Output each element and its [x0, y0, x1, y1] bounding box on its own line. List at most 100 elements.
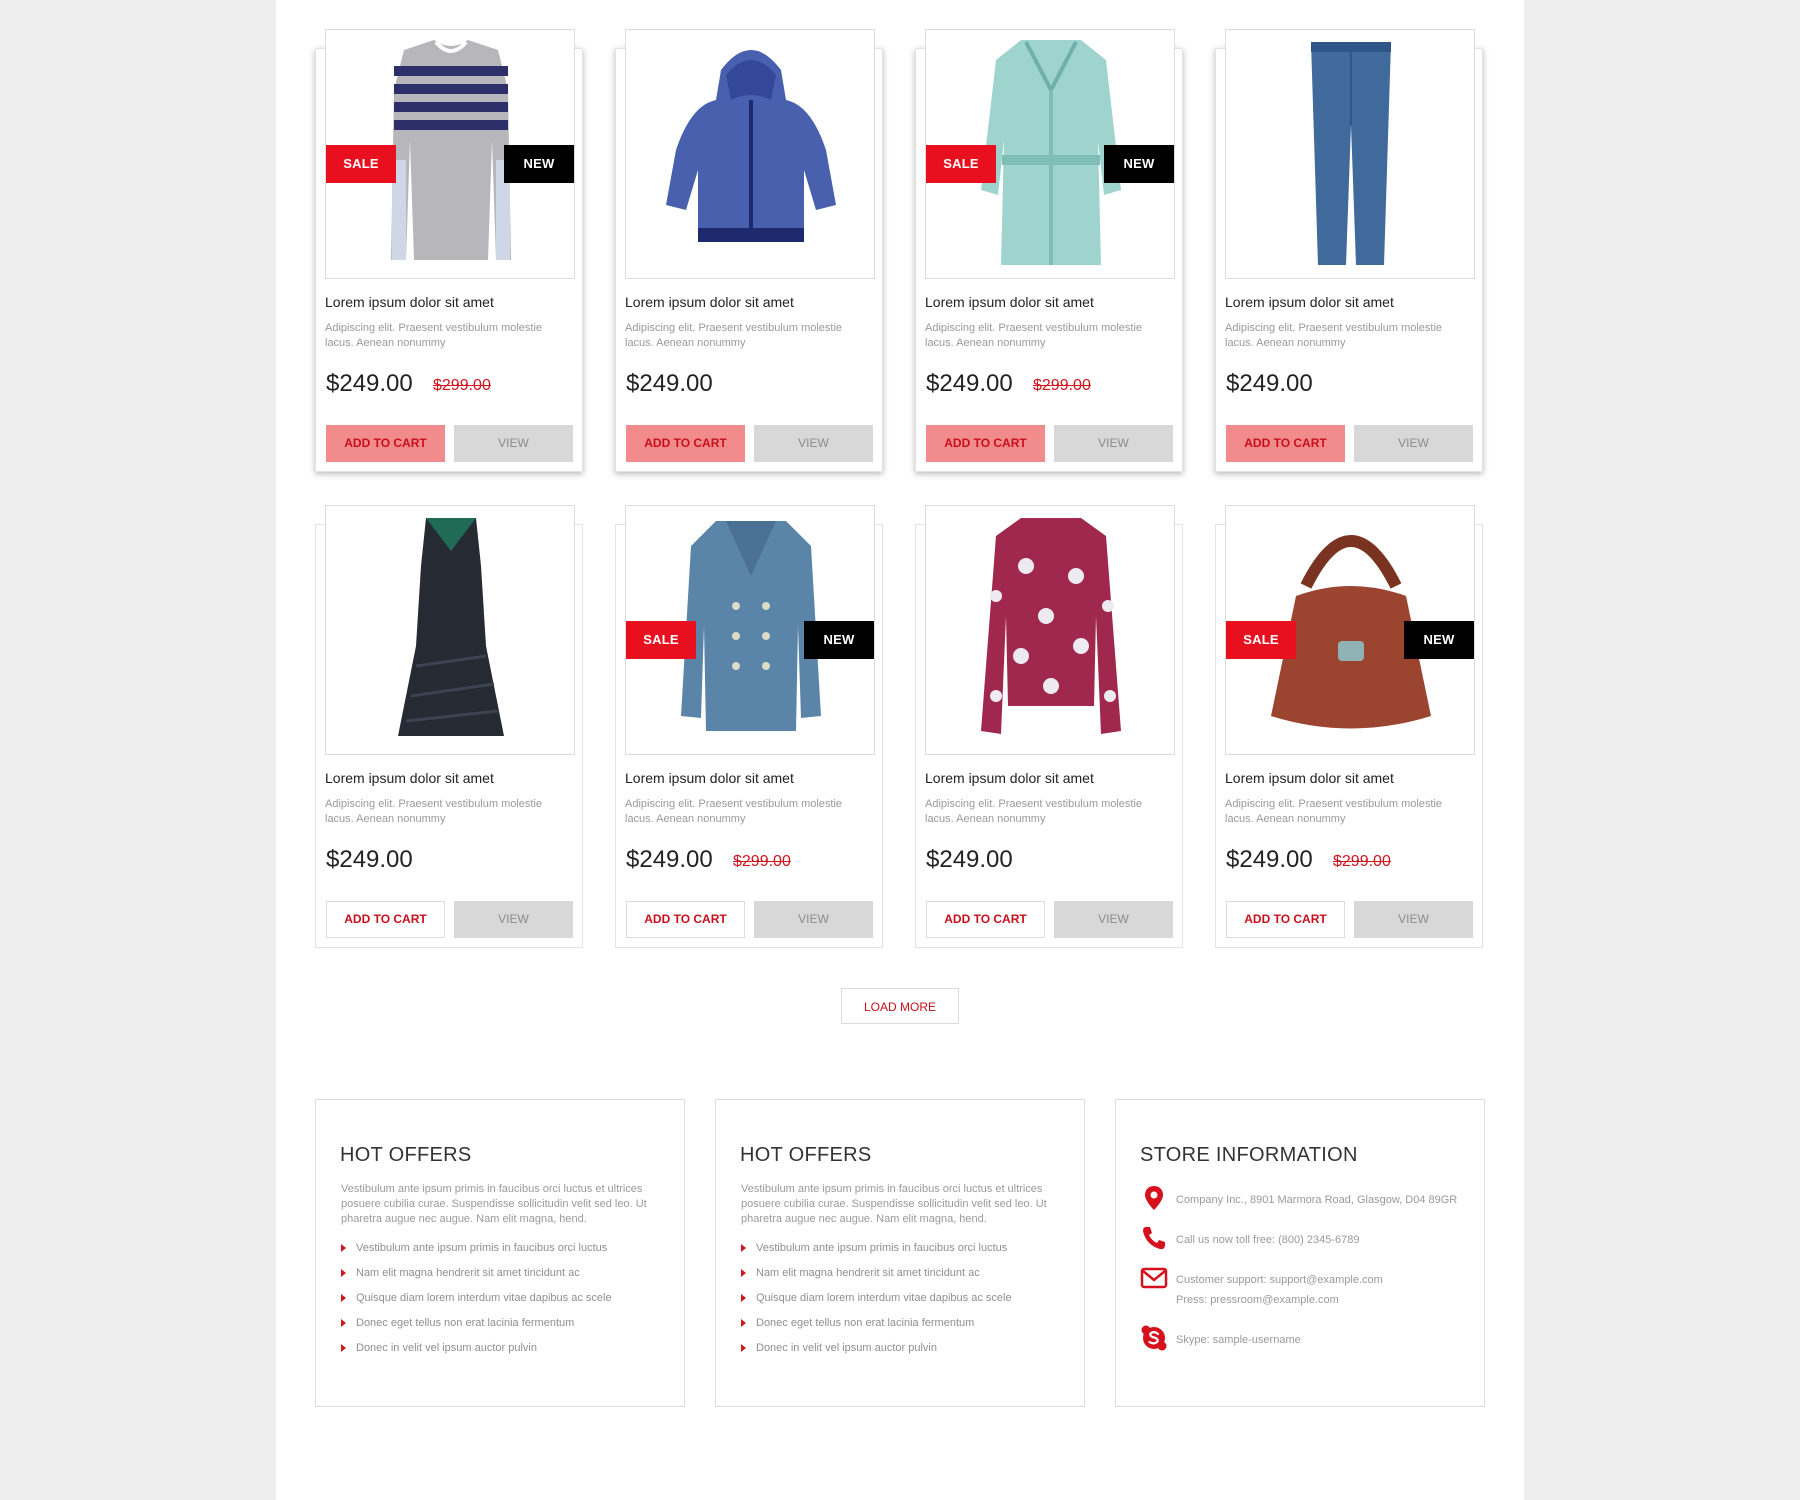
product-title[interactable]: Lorem ipsum dolor sit amet [625, 294, 794, 310]
product-price: $249.00 [926, 846, 1013, 873]
support-email[interactable]: Customer support: support@example.com [1176, 1270, 1476, 1290]
product-card: Lorem ipsum dolor sit amet Adipiscing el… [1215, 29, 1483, 472]
list-item[interactable]: Quisque diam lorem interdum vitae dapibu… [341, 1286, 612, 1311]
product-image[interactable]: SALE NEW [1225, 505, 1475, 755]
add-to-cart-button[interactable]: ADD TO CART [626, 425, 745, 462]
product-card: Lorem ipsum dolor sit amet Adipiscing el… [915, 505, 1183, 948]
product-description: Adipiscing elit. Praesent vestibulum mol… [925, 322, 1143, 349]
list-item[interactable]: Donec in velit vel ipsum auctor pulvin [341, 1336, 612, 1361]
address-text: Company Inc., 8901 Marmora Road, Glasgow… [1176, 1194, 1458, 1206]
add-to-cart-button[interactable]: ADD TO CART [926, 901, 1045, 938]
arrow-right-icon [341, 1344, 346, 1353]
phone-text[interactable]: Call us now toll free: (800) 2345-6789 [1176, 1230, 1476, 1250]
new-badge: NEW [1104, 145, 1174, 183]
arrow-right-icon [741, 1269, 746, 1278]
list-item[interactable]: Quisque diam lorem interdum vitae dapibu… [741, 1286, 1012, 1311]
product-title[interactable]: Lorem ipsum dolor sit amet [325, 770, 494, 786]
add-to-cart-button[interactable]: ADD TO CART [1226, 425, 1345, 462]
hot-offers-box: HOT OFFERS Vestibulum ante ipsum primis … [315, 1099, 685, 1407]
product-title[interactable]: Lorem ipsum dolor sit amet [1225, 770, 1394, 786]
box-title: HOT OFFERS [340, 1144, 472, 1166]
view-button[interactable]: VIEW [754, 901, 873, 938]
product-image[interactable] [325, 505, 575, 755]
product-image[interactable]: SALE NEW [325, 29, 575, 279]
page-content: SALE NEW Lorem ipsum dolor sit amet Adip… [276, 0, 1524, 1500]
product-old-price: $299.00 [1333, 853, 1391, 870]
product-title[interactable]: Lorem ipsum dolor sit amet [325, 294, 494, 310]
arrow-right-icon [741, 1244, 746, 1253]
product-price: $249.00 [326, 846, 413, 873]
add-to-cart-button[interactable]: ADD TO CART [926, 425, 1045, 462]
product-image[interactable] [1225, 29, 1475, 279]
list-item[interactable]: Donec eget tellus non erat lacinia ferme… [741, 1311, 1012, 1336]
map-pin-icon [1145, 1186, 1163, 1210]
arrow-right-icon [341, 1319, 346, 1328]
product-card: SALE NEW Lorem ipsum dolor sit amet Adip… [1215, 505, 1483, 948]
product-old-price: $299.00 [733, 853, 791, 870]
product-old-price: $299.00 [433, 377, 491, 394]
arrow-right-icon [341, 1244, 346, 1253]
add-to-cart-button[interactable]: ADD TO CART [326, 901, 445, 938]
product-title[interactable]: Lorem ipsum dolor sit amet [1225, 294, 1394, 310]
box-title: HOT OFFERS [740, 1144, 872, 1166]
product-price: $249.00 [326, 370, 413, 397]
product-description: Adipiscing elit. Praesent vestibulum mol… [1225, 798, 1443, 825]
skype-icon [1141, 1325, 1167, 1351]
list-item[interactable]: Donec in velit vel ipsum auctor pulvin [741, 1336, 1012, 1361]
view-button[interactable]: VIEW [1054, 425, 1173, 462]
view-button[interactable]: VIEW [1354, 901, 1473, 938]
box-intro: Vestibulum ante ipsum primis in faucibus… [341, 1183, 647, 1225]
product-title[interactable]: Lorem ipsum dolor sit amet [625, 770, 794, 786]
view-button[interactable]: VIEW [454, 425, 573, 462]
product-card: Lorem ipsum dolor sit amet Adipiscing el… [315, 505, 583, 948]
product-image[interactable]: SALE NEW [625, 505, 875, 755]
offers-list: Vestibulum ante ipsum primis in faucibus… [741, 1236, 1012, 1361]
product-price: $249.00 [626, 370, 713, 397]
product-image[interactable] [925, 505, 1175, 755]
product-image[interactable]: SALE NEW [925, 29, 1175, 279]
sale-badge: SALE [1226, 621, 1296, 659]
view-button[interactable]: VIEW [1354, 425, 1473, 462]
arrow-right-icon [341, 1269, 346, 1278]
product-price: $249.00 [626, 846, 713, 873]
list-item[interactable]: Donec eget tellus non erat lacinia ferme… [341, 1311, 612, 1336]
product-title[interactable]: Lorem ipsum dolor sit amet [925, 770, 1094, 786]
product-description: Adipiscing elit. Praesent vestibulum mol… [1225, 322, 1443, 349]
product-image[interactable] [625, 29, 875, 279]
offers-list: Vestibulum ante ipsum primis in faucibus… [341, 1236, 612, 1361]
sale-badge: SALE [926, 145, 996, 183]
product-card: SALE NEW Lorem ipsum dolor sit amet Adip… [315, 29, 583, 472]
view-button[interactable]: VIEW [1054, 901, 1173, 938]
blue-hoodie-image [666, 50, 836, 242]
product-description: Adipiscing elit. Praesent vestibulum mol… [625, 798, 843, 825]
view-button[interactable]: VIEW [454, 901, 573, 938]
add-to-cart-button[interactable]: ADD TO CART [626, 901, 745, 938]
phone-icon [1143, 1227, 1165, 1250]
add-to-cart-button[interactable]: ADD TO CART [1226, 901, 1345, 938]
add-to-cart-button[interactable]: ADD TO CART [326, 425, 445, 462]
press-email[interactable]: Press: pressroom@example.com [1176, 1290, 1476, 1310]
box-intro: Vestibulum ante ipsum primis in faucibus… [741, 1183, 1047, 1225]
list-item[interactable]: Nam elit magna hendrerit sit amet tincid… [741, 1261, 1012, 1286]
view-button[interactable]: VIEW [754, 425, 873, 462]
arrow-right-icon [341, 1294, 346, 1303]
list-item[interactable]: Vestibulum ante ipsum primis in faucibus… [741, 1236, 1012, 1261]
load-more-button[interactable]: LOAD MORE [841, 988, 959, 1024]
blue-jeans-image [1311, 42, 1391, 265]
hot-offers-box: HOT OFFERS Vestibulum ante ipsum primis … [715, 1099, 1085, 1407]
skype-text[interactable]: Skype: sample-username [1176, 1330, 1476, 1350]
list-item[interactable]: Nam elit magna hendrerit sit amet tincid… [341, 1261, 612, 1286]
envelope-icon [1140, 1267, 1168, 1289]
product-price: $249.00 [1226, 370, 1313, 397]
floral-blouse-image [981, 518, 1121, 734]
new-badge: NEW [1404, 621, 1474, 659]
product-price: $249.00 [1226, 846, 1313, 873]
black-dress-image [398, 518, 504, 736]
arrow-right-icon [741, 1319, 746, 1328]
arrow-right-icon [741, 1344, 746, 1353]
product-title[interactable]: Lorem ipsum dolor sit amet [925, 294, 1094, 310]
list-item[interactable]: Vestibulum ante ipsum primis in faucibus… [341, 1236, 612, 1261]
product-price: $249.00 [926, 370, 1013, 397]
product-description: Adipiscing elit. Praesent vestibulum mol… [925, 798, 1143, 825]
store-information-box: STORE INFORMATION Company Inc., 8901 Mar… [1115, 1099, 1485, 1407]
